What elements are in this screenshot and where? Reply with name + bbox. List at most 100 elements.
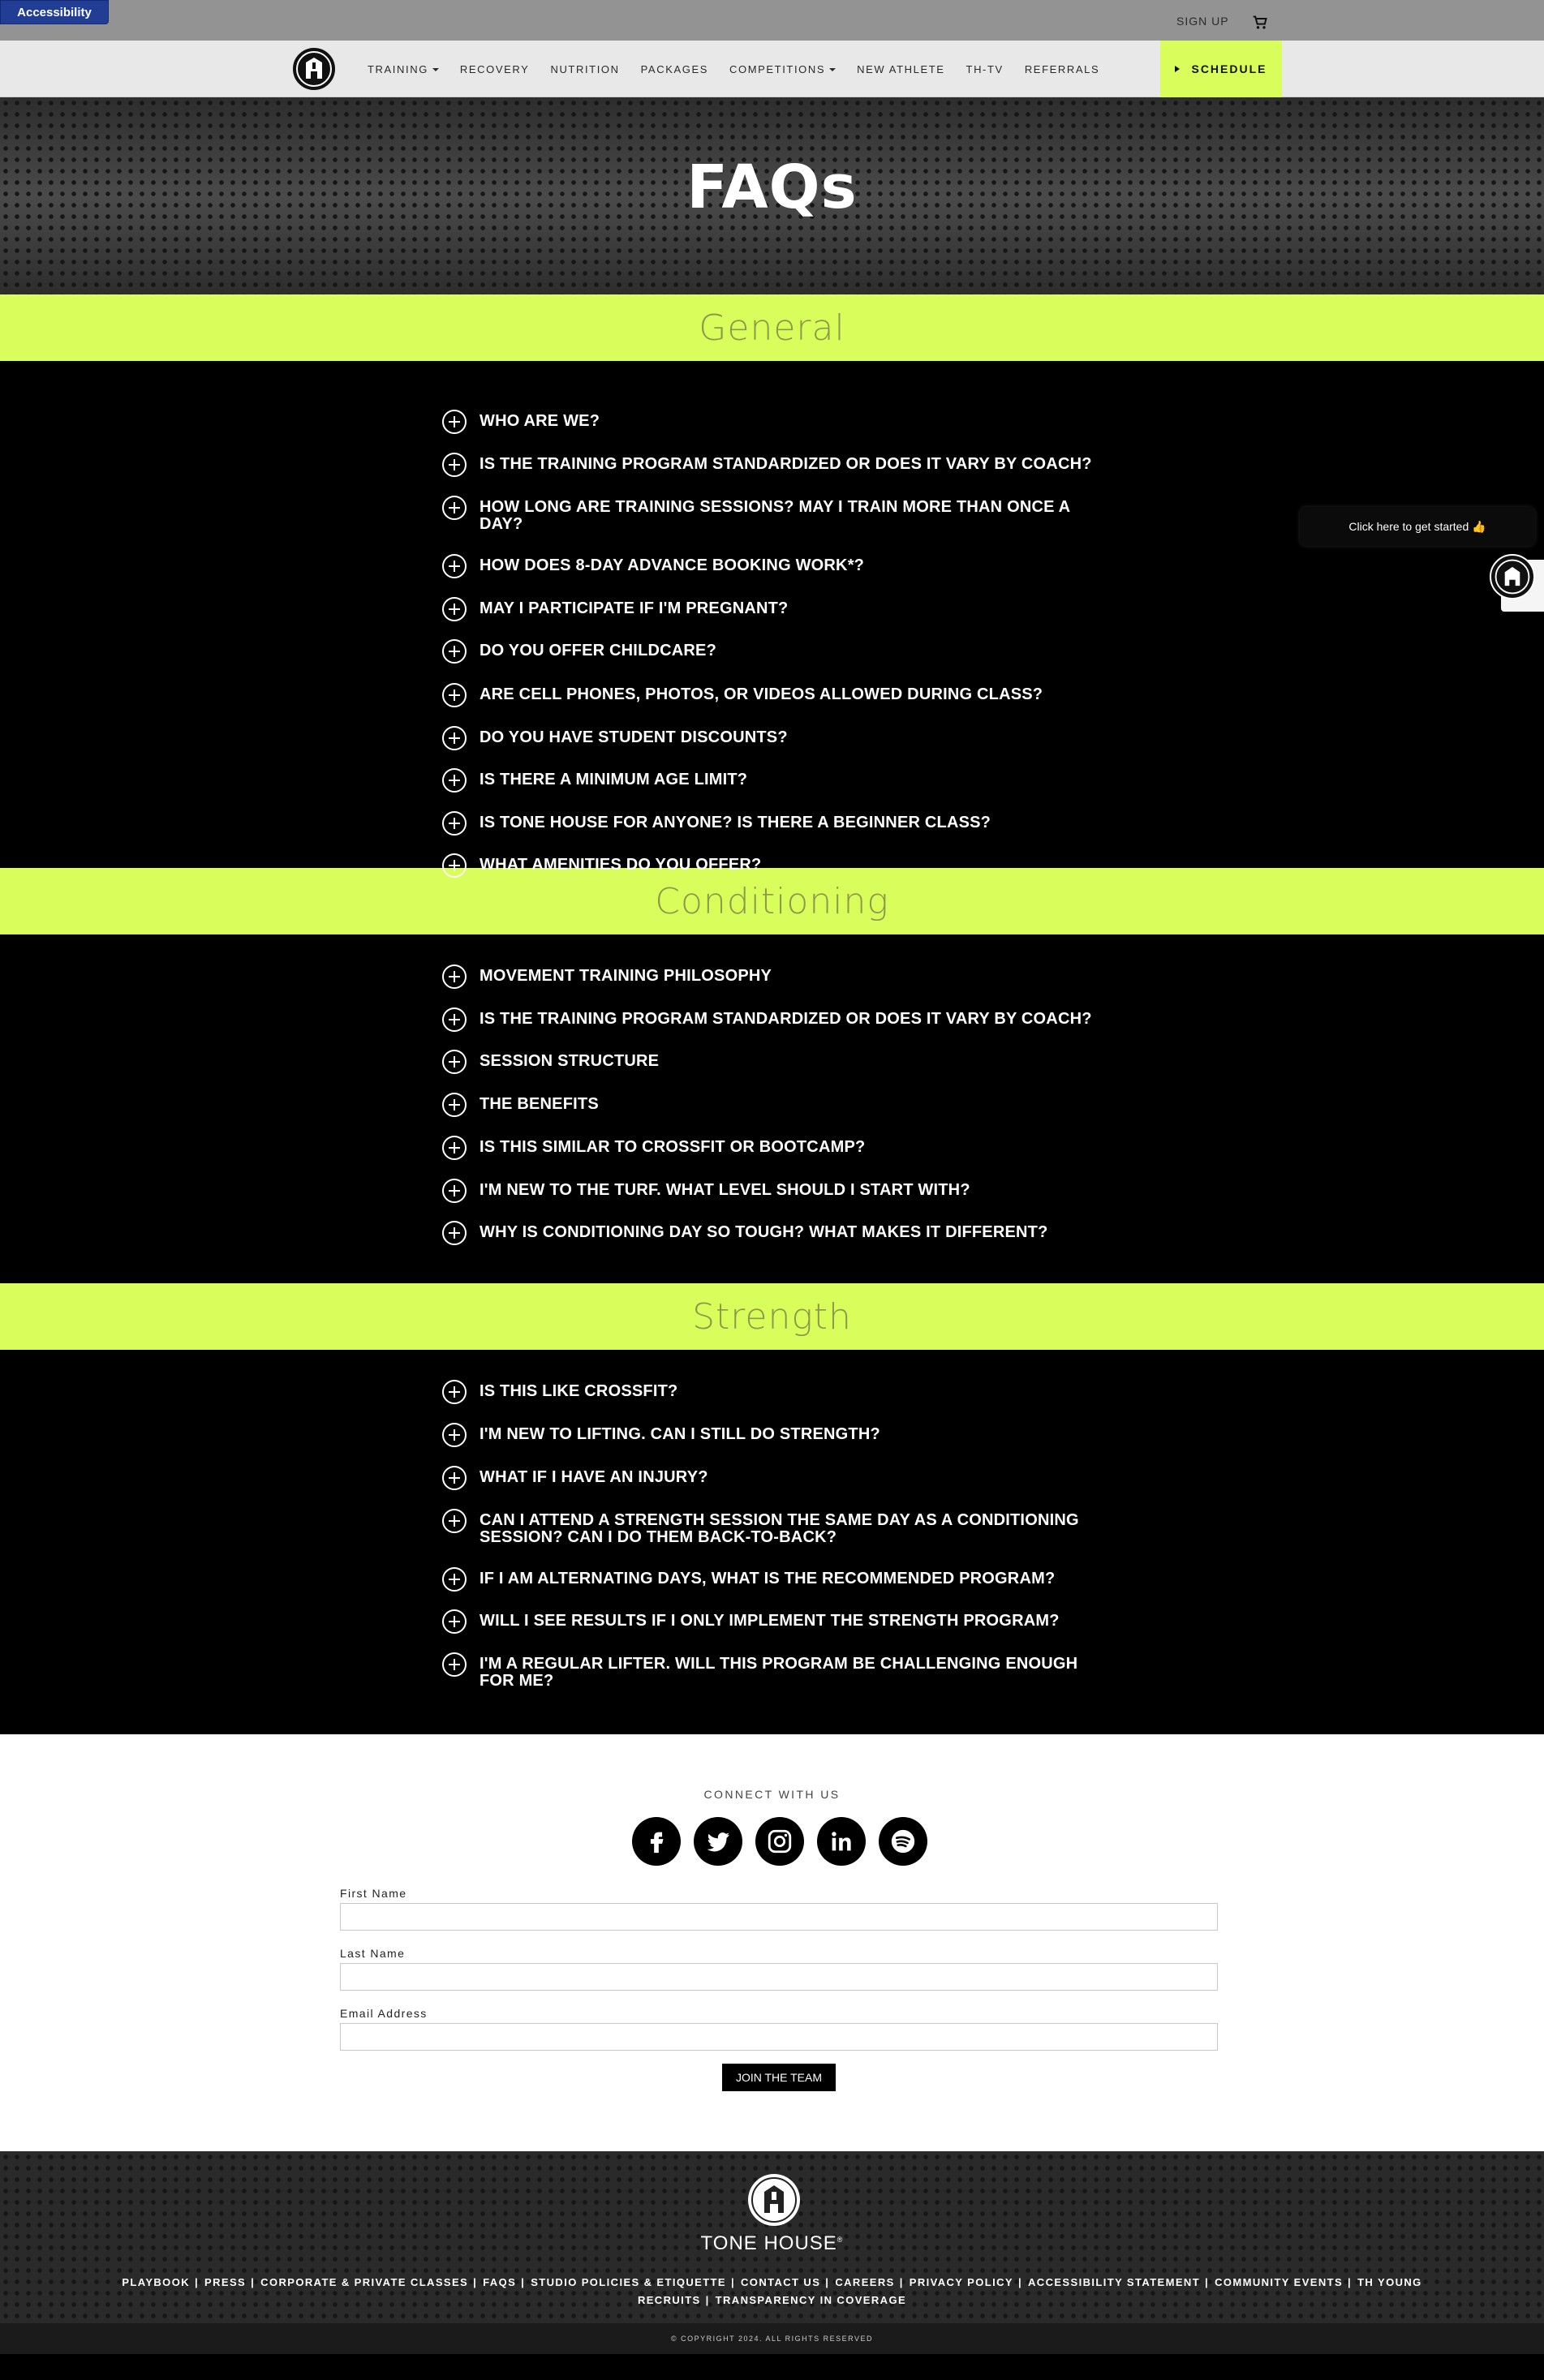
twitter-icon[interactable]	[694, 1817, 742, 1866]
plus-circle-icon[interactable]	[442, 964, 467, 989]
footer-link[interactable]: CONTACT US	[741, 2276, 820, 2288]
faq-item[interactable]: DO YOU OFFER CHILDCARE?	[442, 639, 716, 664]
accessibility-button[interactable]: Accessibility	[0, 0, 109, 24]
plus-circle-icon[interactable]	[442, 1609, 467, 1634]
faq-item[interactable]: IS THERE A MINIMUM AGE LIMIT?	[442, 768, 747, 793]
faq-question[interactable]: I'M NEW TO LIFTING. CAN I STILL DO STREN…	[480, 1426, 880, 1443]
nav-item-th-tv[interactable]: TH-TV	[966, 63, 1004, 75]
faq-question[interactable]: IS THERE A MINIMUM AGE LIMIT?	[480, 771, 747, 788]
faq-question[interactable]: WILL I SEE RESULTS IF I ONLY IMPLEMENT T…	[480, 1613, 1060, 1630]
plus-circle-icon[interactable]	[442, 1007, 467, 1032]
footer-link[interactable]: PRIVACY POLICY	[910, 2276, 1013, 2288]
cart-icon[interactable]	[1251, 15, 1269, 31]
schedule-button[interactable]: SCHEDULE	[1160, 41, 1282, 97]
nav-item-training[interactable]: TRAINING	[368, 63, 439, 75]
footer-link[interactable]: PRESS	[204, 2276, 246, 2288]
faq-question[interactable]: HOW DOES 8-DAY ADVANCE BOOKING WORK*?	[480, 557, 864, 574]
faq-item[interactable]: HOW LONG ARE TRAINING SESSIONS? MAY I TR…	[442, 496, 1107, 533]
faq-item[interactable]: WILL I SEE RESULTS IF I ONLY IMPLEMENT T…	[442, 1609, 1060, 1634]
plus-circle-icon[interactable]	[442, 1466, 467, 1490]
faq-question[interactable]: WHO ARE WE?	[480, 413, 600, 430]
faq-question[interactable]: IF I AM ALTERNATING DAYS, WHAT IS THE RE…	[480, 1570, 1055, 1587]
footer-link[interactable]: TRANSPARENCY IN COVERAGE	[716, 2294, 906, 2306]
faq-item[interactable]: SESSION STRUCTURE	[442, 1050, 659, 1074]
plus-circle-icon[interactable]	[442, 1050, 467, 1074]
plus-circle-icon[interactable]	[442, 1380, 467, 1404]
footer-link[interactable]: CORPORATE & PRIVATE CLASSES	[260, 2276, 468, 2288]
faq-question[interactable]: I'M A REGULAR LIFTER. WILL THIS PROGRAM …	[480, 1656, 1107, 1690]
plus-circle-icon[interactable]	[442, 1423, 467, 1447]
faq-item[interactable]: CAN I ATTEND A STRENGTH SESSION THE SAME…	[442, 1509, 1107, 1546]
footer-link[interactable]: FAQS	[483, 2276, 516, 2288]
faq-question[interactable]: HOW LONG ARE TRAINING SESSIONS? MAY I TR…	[480, 499, 1107, 533]
first-name-field[interactable]	[340, 1903, 1218, 1931]
faq-question[interactable]: WHAT AMENITIES DO YOU OFFER?	[480, 857, 761, 874]
faq-item[interactable]: MAY I PARTICIPATE IF I'M PREGNANT?	[442, 597, 788, 621]
nav-item-nutrition[interactable]: NUTRITION	[550, 63, 619, 75]
plus-circle-icon[interactable]	[442, 811, 467, 836]
faq-question[interactable]: WHAT IF I HAVE AN INJURY?	[480, 1469, 708, 1486]
join-the-team-button[interactable]: JOIN THE TEAM	[722, 2064, 836, 2091]
tone-house-logo[interactable]	[292, 47, 336, 91]
plus-circle-icon[interactable]	[442, 1136, 467, 1160]
faq-item[interactable]: IS THIS LIKE CROSSFIT?	[442, 1380, 677, 1404]
faq-question[interactable]: DO YOU OFFER CHILDCARE?	[480, 642, 716, 659]
faq-question[interactable]: IS THIS SIMILAR TO CROSSFIT OR BOOTCAMP?	[480, 1139, 865, 1156]
plus-circle-icon[interactable]	[442, 410, 467, 434]
faq-item[interactable]: WHAT IF I HAVE AN INJURY?	[442, 1466, 708, 1490]
footer-link[interactable]: COMMUNITY EVENTS	[1215, 2276, 1343, 2288]
plus-circle-icon[interactable]	[442, 597, 467, 621]
plus-circle-icon[interactable]	[442, 554, 467, 578]
footer-link[interactable]: ACCESSIBILITY STATEMENT	[1028, 2276, 1200, 2288]
plus-circle-icon[interactable]	[442, 1652, 467, 1677]
faq-item[interactable]: WHAT AMENITIES DO YOU OFFER?	[442, 853, 761, 878]
faq-item[interactable]: I'M A REGULAR LIFTER. WILL THIS PROGRAM …	[442, 1652, 1107, 1690]
email-field[interactable]	[340, 2023, 1218, 2051]
plus-circle-icon[interactable]	[442, 1179, 467, 1203]
faq-question[interactable]: I'M NEW TO THE TURF. WHAT LEVEL SHOULD I…	[480, 1182, 970, 1199]
faq-question[interactable]: DO YOU HAVE STUDENT DISCOUNTS?	[480, 729, 788, 746]
faq-question[interactable]: ARE CELL PHONES, PHOTOS, OR VIDEOS ALLOW…	[480, 686, 1043, 703]
faq-item[interactable]: THE BENEFITS	[442, 1093, 599, 1117]
plus-circle-icon[interactable]	[442, 726, 467, 750]
faq-question[interactable]: IS TONE HOUSE FOR ANYONE? IS THERE A BEG…	[480, 814, 991, 831]
nav-item-packages[interactable]: PACKAGES	[641, 63, 708, 75]
faq-item[interactable]: I'M NEW TO THE TURF. WHAT LEVEL SHOULD I…	[442, 1179, 970, 1203]
faq-question[interactable]: WHY IS CONDITIONING DAY SO TOUGH? WHAT M…	[480, 1224, 1048, 1241]
instagram-icon[interactable]	[755, 1817, 804, 1866]
plus-circle-icon[interactable]	[442, 1221, 467, 1245]
plus-circle-icon[interactable]	[442, 639, 467, 664]
plus-circle-icon[interactable]	[442, 496, 467, 520]
faq-question[interactable]: SESSION STRUCTURE	[480, 1053, 659, 1070]
plus-circle-icon[interactable]	[442, 768, 467, 793]
plus-circle-icon[interactable]	[442, 1567, 467, 1592]
faq-question[interactable]: MAY I PARTICIPATE IF I'M PREGNANT?	[480, 600, 788, 617]
plus-circle-icon[interactable]	[442, 1509, 467, 1533]
footer-link[interactable]: CAREERS	[835, 2276, 894, 2288]
faq-item[interactable]: IS THE TRAINING PROGRAM STANDARDIZED OR …	[442, 1007, 1092, 1032]
faq-item[interactable]: MOVEMENT TRAINING PHILOSOPHY	[442, 964, 772, 989]
faq-item[interactable]: DO YOU HAVE STUDENT DISCOUNTS?	[442, 726, 788, 750]
nav-item-competitions[interactable]: COMPETITIONS	[729, 63, 837, 75]
faq-item[interactable]: IS THE TRAINING PROGRAM STANDARDIZED OR …	[442, 453, 1092, 477]
faq-question[interactable]: IS THIS LIKE CROSSFIT?	[480, 1383, 677, 1400]
nav-item-recovery[interactable]: RECOVERY	[460, 63, 530, 75]
faq-item[interactable]: I'M NEW TO LIFTING. CAN I STILL DO STREN…	[442, 1423, 880, 1447]
linkedin-icon[interactable]	[817, 1817, 866, 1866]
nav-item-new-athlete[interactable]: NEW ATHLETE	[857, 63, 944, 75]
facebook-icon[interactable]	[632, 1817, 681, 1866]
plus-circle-icon[interactable]	[442, 683, 467, 707]
faq-item[interactable]: WHY IS CONDITIONING DAY SO TOUGH? WHAT M…	[442, 1221, 1048, 1245]
faq-question[interactable]: IS THE TRAINING PROGRAM STANDARDIZED OR …	[480, 1011, 1092, 1028]
footer-logo[interactable]	[746, 2172, 802, 2227]
plus-circle-icon[interactable]	[442, 1093, 467, 1117]
faq-item[interactable]: ARE CELL PHONES, PHOTOS, OR VIDEOS ALLOW…	[442, 683, 1043, 707]
faq-question[interactable]: THE BENEFITS	[480, 1096, 599, 1113]
faq-item[interactable]: HOW DOES 8-DAY ADVANCE BOOKING WORK*?	[442, 554, 864, 578]
faq-question[interactable]: MOVEMENT TRAINING PHILOSOPHY	[480, 968, 772, 985]
faq-item[interactable]: IS TONE HOUSE FOR ANYONE? IS THERE A BEG…	[442, 811, 991, 836]
faq-item[interactable]: IF I AM ALTERNATING DAYS, WHAT IS THE RE…	[442, 1567, 1055, 1592]
sign-up-link[interactable]: SIGN UP	[1176, 15, 1229, 28]
faq-question[interactable]: IS THE TRAINING PROGRAM STANDARDIZED OR …	[480, 456, 1092, 473]
spotify-icon[interactable]	[879, 1817, 927, 1866]
